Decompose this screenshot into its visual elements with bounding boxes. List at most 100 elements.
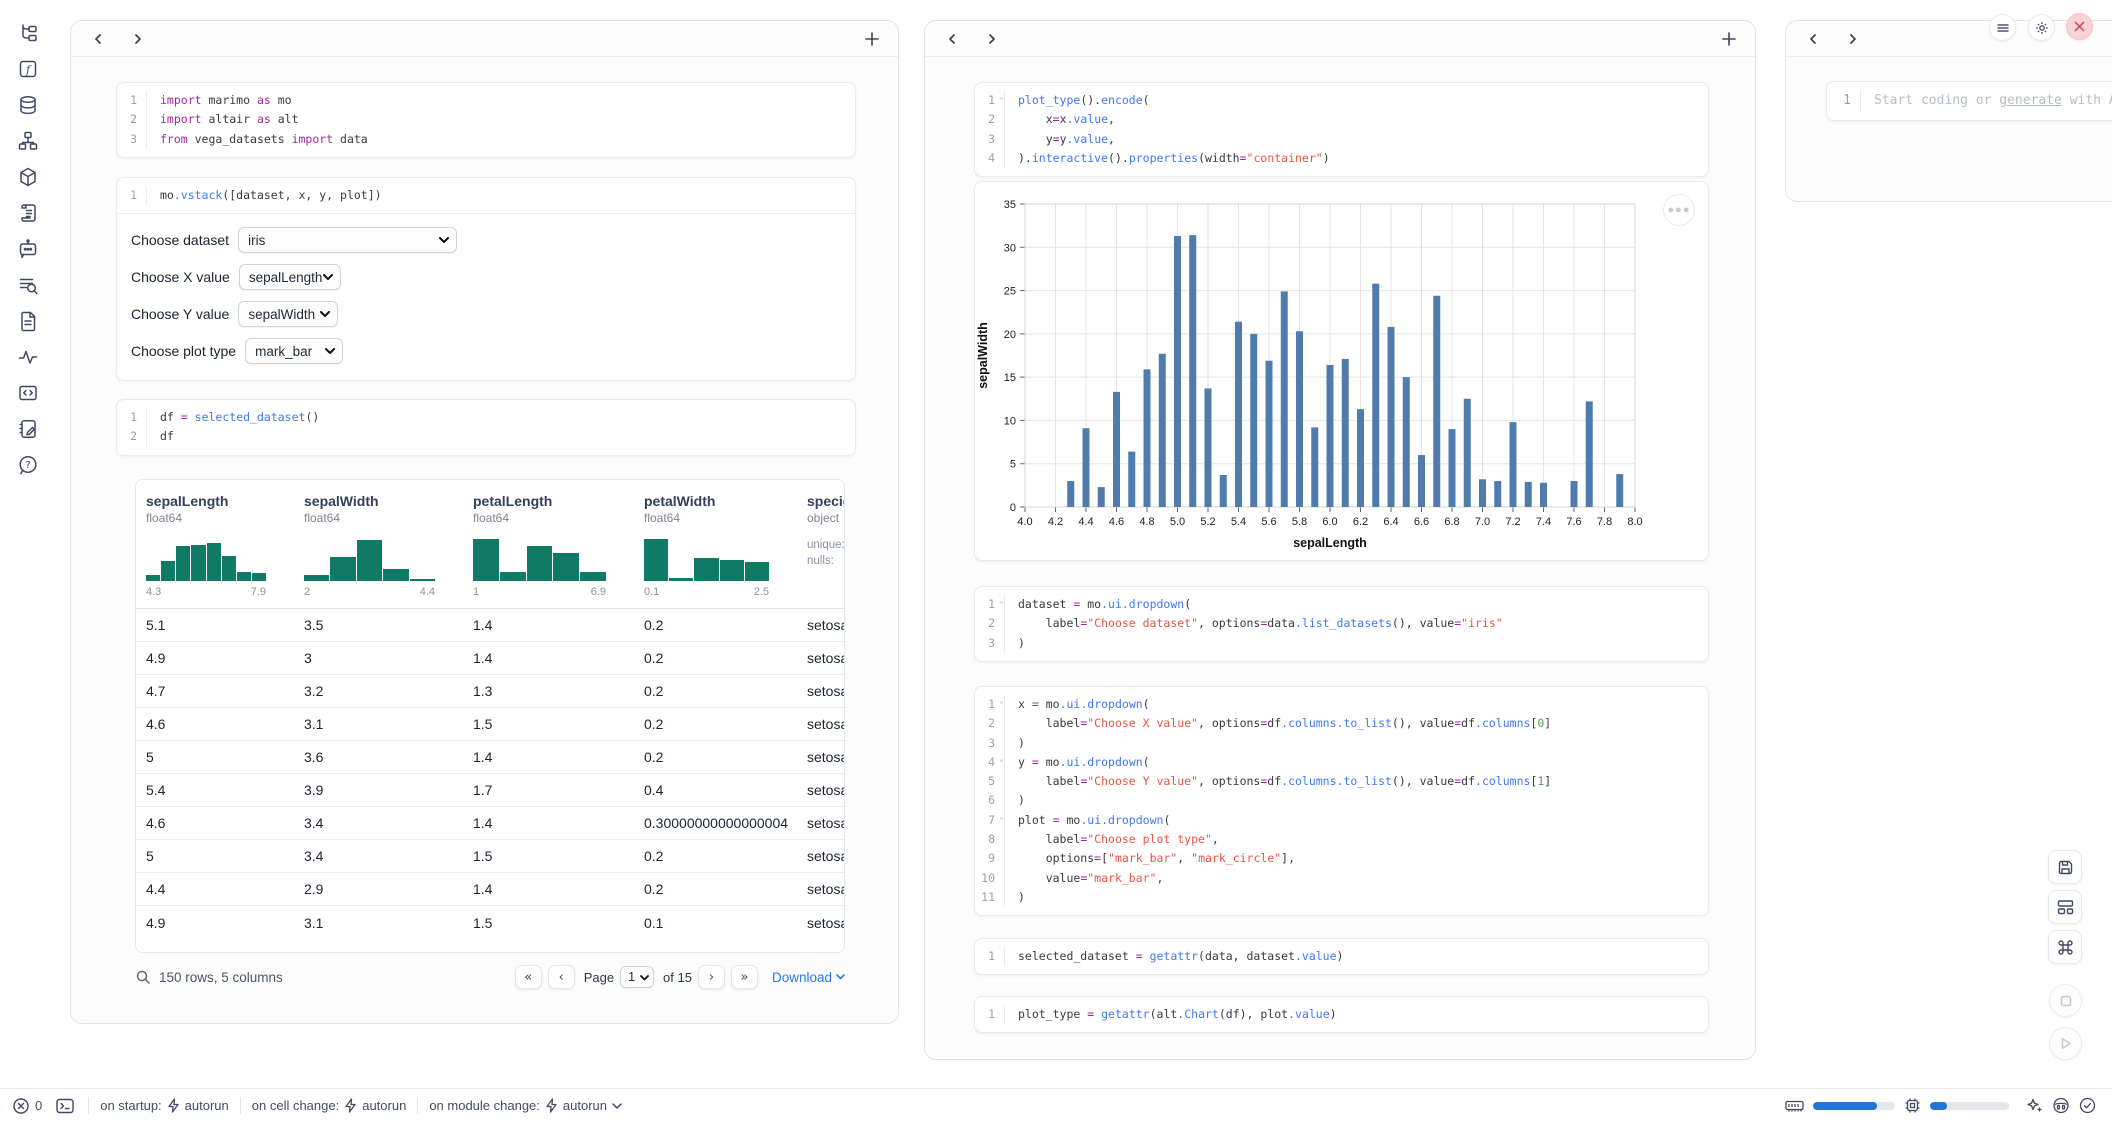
chevron-right-icon[interactable] (127, 28, 149, 50)
code-cell-selected-dataset[interactable]: 1selected_dataset = getattr(data, datase… (974, 938, 1709, 975)
code-cell-imports[interactable]: 1import marimo as mo2import altair as al… (116, 82, 856, 158)
close-panel-button[interactable] (2066, 13, 2093, 40)
search-icon[interactable] (135, 969, 151, 985)
column-header-species[interactable]: speciesobjectunique:nulls: (797, 493, 845, 598)
error-count: 0 (35, 1098, 42, 1113)
code-line: 1⌄dataset = mo.ui.dropdown( (975, 595, 1708, 614)
fold-chevron-icon[interactable]: ⌄ (999, 749, 1004, 768)
snippets-icon[interactable] (17, 382, 39, 404)
column-histogram (644, 535, 769, 581)
table-row: 4.73.21.30.2setosa (136, 675, 844, 708)
first-page-button[interactable]: « (515, 965, 542, 989)
svg-text:6.2: 6.2 (1353, 516, 1368, 528)
svg-text:10: 10 (1004, 415, 1016, 427)
chevron-left-icon[interactable] (87, 28, 109, 50)
divider (240, 1097, 241, 1114)
connection-status-button[interactable] (2079, 1097, 2096, 1114)
code-line: 4).interactive().properties(width="conta… (975, 149, 1708, 168)
column-header-sepalWidth[interactable]: sepalWidthfloat6424.4 (294, 493, 463, 598)
menu-button[interactable] (1989, 14, 2016, 41)
cpu-usage-bar (1930, 1102, 2009, 1110)
stop-button[interactable] (2049, 984, 2082, 1017)
y-value-select[interactable]: sepalWidth (238, 301, 338, 327)
chat-icon[interactable] (17, 238, 39, 260)
outline-icon[interactable] (17, 202, 39, 224)
divider (88, 1097, 89, 1114)
code-cell-vstack[interactable]: 1mo.vstack([dataset, x, y, plot]) Choose… (116, 177, 856, 381)
terminal-button[interactable] (56, 1098, 74, 1114)
documentation-icon[interactable] (17, 310, 39, 332)
svg-text:4.6: 4.6 (1109, 516, 1124, 528)
generate-with-ai-link[interactable]: generate (1999, 93, 2062, 108)
run-button[interactable] (2049, 1027, 2082, 1060)
code-cell-xy-plot-dropdowns[interactable]: 1⌄x = mo.ui.dropdown(2 label="Choose X v… (974, 686, 1709, 916)
add-cell-button[interactable] (862, 29, 882, 49)
control-label: Choose X value (131, 269, 230, 285)
code-line: 3from vega_datasets import data (117, 130, 855, 149)
runtime-config-2[interactable]: on cell change:autorun (252, 1098, 407, 1113)
fold-chevron-icon[interactable]: ⌄ (999, 807, 1004, 826)
play-icon (2060, 1037, 2072, 1050)
fold-chevron-icon[interactable]: ⌄ (999, 691, 1004, 710)
svg-text:7.2: 7.2 (1505, 516, 1520, 528)
chevron-left-icon[interactable] (1802, 28, 1824, 50)
help-icon[interactable]: ? (17, 454, 39, 476)
column-histogram (304, 535, 435, 581)
svg-text:5.2: 5.2 (1200, 516, 1215, 528)
logs-icon[interactable] (17, 274, 39, 296)
table-row: 53.41.50.2setosa (136, 840, 844, 873)
runtime-config-3[interactable]: on module change:autorun (429, 1098, 622, 1113)
next-page-button[interactable]: › (698, 965, 725, 989)
prev-page-button[interactable]: ‹ (548, 965, 575, 989)
control-row: Choose plot typemark_bar (131, 338, 855, 364)
runtime-config-1[interactable]: on startup:autorun (100, 1098, 229, 1113)
code-cell-plot-type[interactable]: 1plot_type = getattr(alt.Chart(df), plot… (974, 996, 1709, 1033)
plot-type-select[interactable]: mark_bar (245, 338, 343, 364)
settings-button[interactable] (2028, 14, 2055, 41)
datasources-icon[interactable] (17, 94, 39, 116)
x-value-select[interactable]: sepalLength (239, 264, 341, 290)
tracing-icon[interactable] (17, 346, 39, 368)
fold-chevron-icon[interactable]: ⌄ (999, 87, 1004, 106)
ai-assist-button[interactable] (2026, 1097, 2043, 1114)
download-button[interactable]: Download (772, 970, 845, 985)
copilot-button[interactable] (2052, 1097, 2070, 1114)
packages-icon[interactable] (17, 166, 39, 188)
chevron-left-icon[interactable] (941, 28, 963, 50)
code-line: 2 label="Choose dataset", options=data.l… (975, 614, 1708, 633)
column-header-petalLength[interactable]: petalLengthfloat6416.9 (463, 493, 634, 598)
code-cell-dataset-dropdown[interactable]: 1⌄dataset = mo.ui.dropdown(2 label="Choo… (974, 586, 1709, 662)
code-cell-df[interactable]: 1df = selected_dataset()2df (116, 399, 856, 456)
empty-code-cell[interactable]: 1 Start coding or generate with AI (1826, 81, 2112, 121)
add-cell-button[interactable] (1719, 29, 1739, 49)
fold-chevron-icon[interactable]: ⌄ (999, 591, 1004, 610)
dataset-select[interactable]: iris (238, 227, 457, 253)
code-line: 5 label="Choose Y value", options=df.col… (975, 772, 1708, 791)
ram-usage-bar (1813, 1102, 1895, 1110)
scratchpad-icon[interactable] (17, 418, 39, 440)
layout-button[interactable] (2048, 890, 2082, 924)
bar-chart[interactable]: 4.04.24.44.64.85.05.25.45.65.86.06.26.46… (975, 182, 1710, 558)
variables-icon[interactable]: f (17, 58, 39, 80)
chevron-right-icon[interactable] (1842, 28, 1864, 50)
page-select[interactable]: 1 (620, 966, 654, 988)
chevron-right-icon[interactable] (981, 28, 1003, 50)
file-explorer-icon[interactable] (17, 22, 39, 44)
save-button[interactable] (2048, 850, 2082, 884)
svg-text:6.0: 6.0 (1322, 516, 1337, 528)
code-cell-plot-encode[interactable]: 1⌄plot_type().encode(2 x=x.value,3 y=y.v… (974, 82, 1709, 177)
code-line: 2 label="Choose X value", options=df.col… (975, 714, 1708, 733)
svg-text:8.0: 8.0 (1627, 516, 1642, 528)
keyboard-shortcuts-button[interactable] (2048, 930, 2082, 964)
column-header-petalWidth[interactable]: petalWidthfloat640.12.5 (634, 493, 797, 598)
last-page-button[interactable]: » (731, 965, 758, 989)
circle-x-icon (12, 1097, 30, 1115)
dependency-graph-icon[interactable] (17, 130, 39, 152)
svg-text:4.4: 4.4 (1078, 516, 1093, 528)
chart-menu-button[interactable]: ●●● (1663, 194, 1695, 226)
close-icon (2074, 21, 2085, 32)
code-line: 1import marimo as mo (117, 91, 855, 110)
error-count-indicator[interactable]: 0 (12, 1097, 42, 1115)
editor-placeholder: Start coding or generate with AI (1861, 90, 2112, 112)
column-header-sepalLength[interactable]: sepalLengthfloat644.37.9 (136, 493, 294, 598)
